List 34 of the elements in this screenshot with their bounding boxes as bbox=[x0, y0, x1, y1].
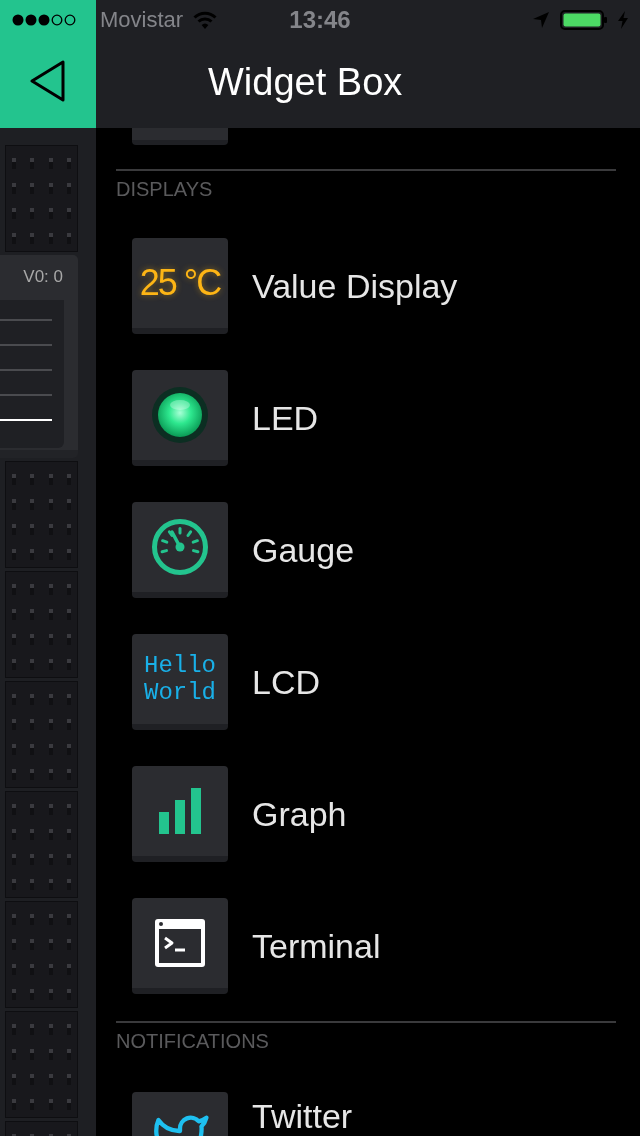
widget-tile[interactable]: Hello World bbox=[132, 634, 228, 730]
pin-label: V0: 0 bbox=[23, 266, 63, 288]
widget-label[interactable]: Gauge bbox=[252, 530, 355, 570]
clock-time: 13:46 bbox=[289, 8, 351, 32]
back-button[interactable] bbox=[0, 0, 96, 128]
gauge-icon bbox=[151, 518, 209, 576]
widget-tile[interactable] bbox=[132, 766, 228, 862]
terminal-icon bbox=[155, 919, 205, 967]
widget-tile[interactable] bbox=[132, 370, 228, 466]
widget-label[interactable]: Value Display bbox=[252, 266, 458, 306]
wifi-icon bbox=[193, 11, 218, 29]
widget-label[interactable]: Terminal bbox=[252, 926, 381, 966]
back-triangle-icon bbox=[30, 60, 66, 102]
widget-label[interactable]: LCD bbox=[252, 662, 321, 702]
value-readout: 25 °C bbox=[139, 265, 221, 301]
screen-title: Widget Box bbox=[208, 63, 403, 101]
section-heading: NOTIFICATIONS bbox=[116, 1029, 269, 1053]
carrier-name: Movistar bbox=[100, 9, 184, 31]
widget-label[interactable]: Twitter bbox=[252, 1096, 353, 1136]
bar-chart-icon bbox=[159, 788, 201, 834]
signal-strength-icon bbox=[12, 14, 76, 26]
widget-label[interactable]: LED bbox=[252, 398, 319, 438]
chart-line bbox=[0, 419, 53, 421]
lcd-text: World bbox=[144, 679, 216, 706]
section-heading: DISPLAYS bbox=[116, 177, 213, 201]
graph-widget[interactable]: V0: 0 bbox=[0, 255, 78, 458]
widget-tile[interactable] bbox=[132, 502, 228, 598]
widget-tile[interactable] bbox=[132, 128, 228, 145]
widget-tile[interactable]: 25 °C bbox=[132, 238, 228, 334]
led-icon bbox=[151, 386, 209, 444]
battery-icon bbox=[560, 10, 608, 30]
widget-tile[interactable] bbox=[132, 898, 228, 994]
lcd-text: Hello bbox=[144, 652, 216, 679]
widget-label[interactable]: Graph bbox=[252, 794, 347, 834]
